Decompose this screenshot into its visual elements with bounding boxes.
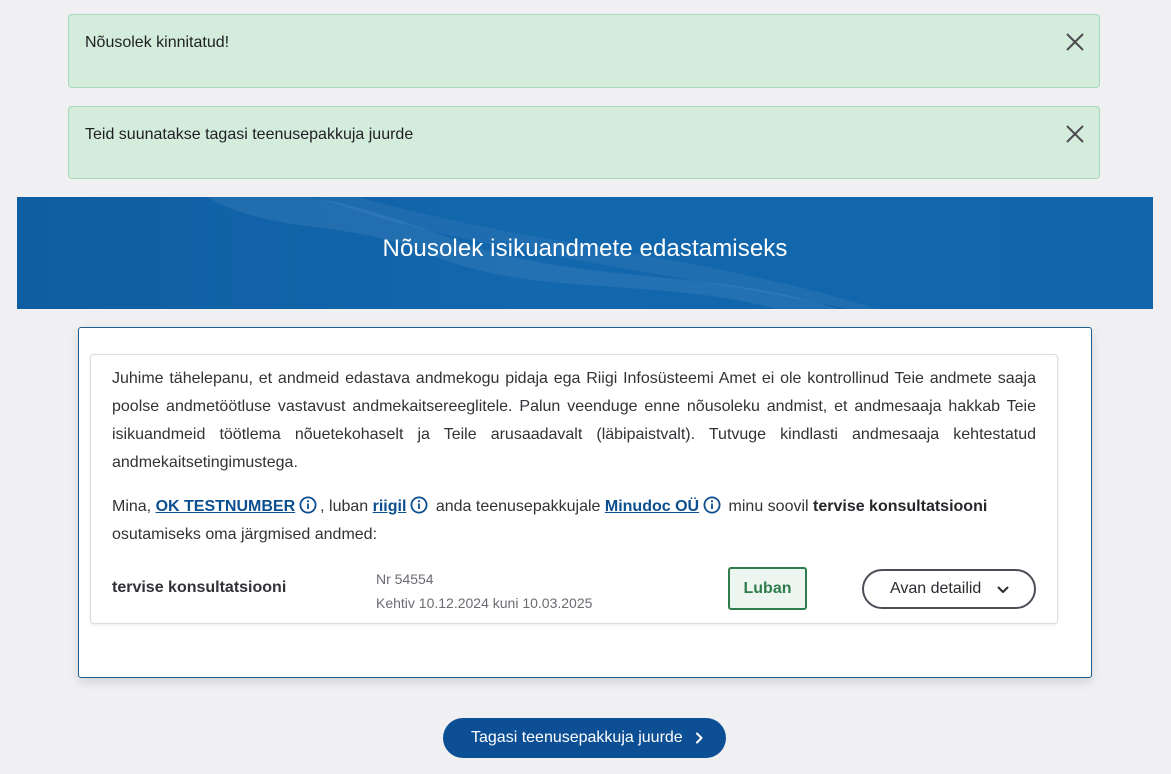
consent-text: , luban [320, 498, 373, 515]
privacy-notice: Juhime tähelepanu, et andmeid edastava a… [112, 370, 1036, 471]
service-name: tervise konsultatsiooni [112, 579, 287, 596]
consent-card: Juhime tähelepanu, et andmeid edastava a… [90, 354, 1058, 624]
provider-link[interactable]: Minudoc OÜ [605, 498, 699, 515]
consent-text: anda teenusepakkujale [431, 498, 605, 515]
open-details-label: Avan detailid [890, 580, 982, 597]
service-validity: Kehtiv 10.12.2024 kuni 10.03.2025 [376, 595, 593, 611]
alert-message: Teid suunatakse tagasi teenusepakkuja ju… [85, 126, 414, 143]
chevron-right-icon [696, 732, 703, 744]
close-icon[interactable] [1065, 32, 1085, 52]
consent-text: Mina, [112, 498, 156, 515]
consent-text: minu soovil [724, 498, 814, 515]
consent-container: Juhime tähelepanu, et andmeid edastava a… [78, 327, 1092, 678]
service-number: Nr 54554 [376, 571, 434, 587]
person-link[interactable]: OK TESTNUMBER [156, 498, 296, 515]
info-icon[interactable] [410, 496, 428, 514]
back-to-provider-label: Tagasi teenusepakkuja juurde [471, 729, 683, 746]
page-title: Nõusolek isikuandmete edastamiseks [382, 235, 788, 262]
consent-statement: Mina, OK TESTNUMBER , luban riigil anda t… [112, 493, 1036, 549]
chevron-down-icon [997, 586, 1009, 593]
success-alert-confirmed: Nõusolek kinnitatud! [68, 14, 1100, 88]
approve-button[interactable]: Luban [728, 567, 807, 610]
page-banner: Nõusolek isikuandmete edastamiseks [17, 197, 1153, 309]
service-meta: Nr 54554 Kehtiv 10.12.2024 kuni 10.03.20… [376, 567, 592, 615]
back-to-provider-button[interactable]: Tagasi teenusepakkuja juurde [443, 718, 726, 758]
alert-message: Nõusolek kinnitatud! [85, 34, 230, 51]
close-icon[interactable] [1065, 124, 1085, 144]
info-icon[interactable] [299, 496, 317, 514]
consent-text: osutamiseks oma järgmised andmed: [112, 526, 378, 543]
success-alert-redirect: Teid suunatakse tagasi teenusepakkuja ju… [68, 106, 1100, 179]
data-giver-link[interactable]: riigil [373, 498, 407, 515]
consent-purpose: tervise konsultatsiooni [813, 498, 988, 515]
open-details-button[interactable]: Avan detailid [862, 569, 1036, 609]
info-icon[interactable] [703, 496, 721, 514]
